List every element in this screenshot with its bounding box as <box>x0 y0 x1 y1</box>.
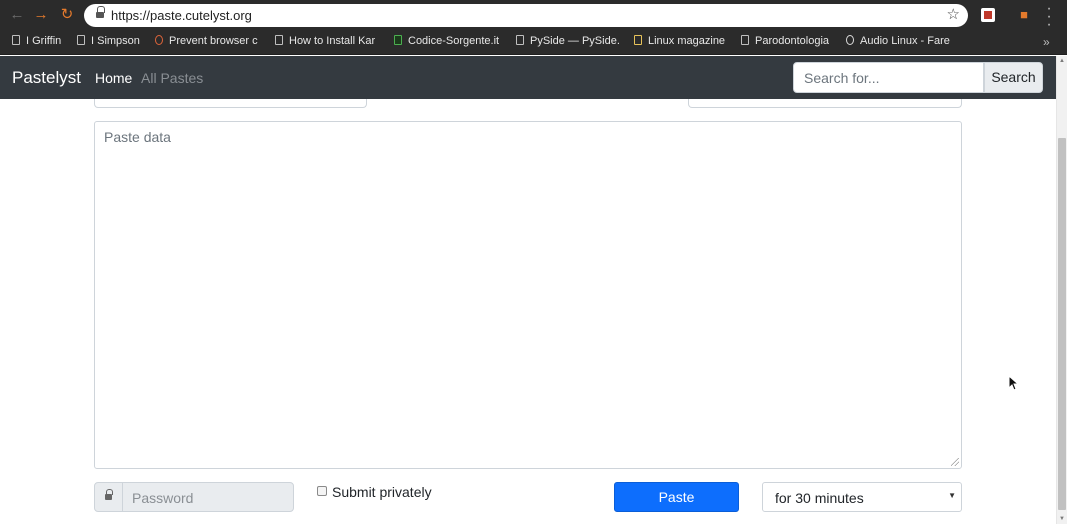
circle-logo-icon <box>846 35 854 45</box>
address-bar[interactable]: https://paste.cutelyst.org ☆ <box>84 4 968 27</box>
terminal-icon <box>394 35 402 45</box>
expiration-selected-value: for 30 minutes <box>775 490 864 506</box>
extension-icon[interactable]: ■ <box>1017 8 1031 22</box>
mouse-cursor-icon <box>1008 375 1020 391</box>
url-text[interactable]: https://paste.cutelyst.org <box>111 8 252 23</box>
search-input[interactable]: Search for... <box>793 62 984 93</box>
title-field-partial[interactable] <box>94 99 367 108</box>
paste-data-textarea[interactable]: Paste data <box>94 121 962 469</box>
page-icon <box>741 35 749 45</box>
bookmark-item[interactable]: I Simpson <box>77 35 143 50</box>
paste-data-placeholder: Paste data <box>104 129 171 145</box>
nav-home-link[interactable]: Home <box>95 70 132 86</box>
kebab-menu-icon[interactable]: · · · <box>1043 1 1055 33</box>
bookmark-item[interactable]: Parodontologia <box>741 35 835 50</box>
search-button[interactable]: Search <box>984 62 1043 93</box>
language-field-partial[interactable] <box>688 99 962 108</box>
browser-toolbar: ← → ↻ https://paste.cutelyst.org ☆ ■ · · · <box>0 0 1067 33</box>
page-icon <box>516 35 524 45</box>
page-icon <box>77 35 85 45</box>
forward-icon[interactable]: → <box>32 6 50 24</box>
bookmark-item[interactable]: Codice-Sorgente.it <box>394 35 500 50</box>
scrollbar-thumb[interactable] <box>1058 138 1066 510</box>
bookmark-item[interactable]: Linux magazine <box>634 35 730 50</box>
expiration-select[interactable]: for 30 minutes ▼ <box>762 482 962 512</box>
submit-privately-label[interactable]: Submit privately <box>332 484 432 500</box>
bookmark-item[interactable]: PySide — PySide.Q <box>516 35 620 50</box>
bookmark-item[interactable]: I Griffin <box>12 35 72 50</box>
resize-handle-icon[interactable] <box>951 458 959 466</box>
site-navbar: Pastelyst Home All Pastes Search for... … <box>0 56 1056 99</box>
lock-icon <box>96 6 105 20</box>
scroll-up-icon[interactable]: ▲ <box>1059 58 1065 64</box>
submit-privately-checkbox[interactable] <box>317 486 327 496</box>
extension-icon[interactable] <box>981 8 995 22</box>
paste-button[interactable]: Paste <box>614 482 739 512</box>
nav-all-pastes-link[interactable]: All Pastes <box>141 70 203 86</box>
bookmark-item[interactable]: Prevent browser c <box>155 35 259 50</box>
brave-icon <box>155 35 163 45</box>
bookmark-item[interactable]: Audio Linux - Fare <box>846 35 950 50</box>
page-scrollbar[interactable]: ▲ ▼ <box>1056 56 1067 524</box>
bookmarks-bar: I Griffin I Simpson Prevent browser c Ho… <box>0 30 1067 55</box>
reload-icon[interactable]: ↻ <box>58 6 76 24</box>
bookmark-star-icon[interactable]: ☆ <box>947 5 960 23</box>
back-icon[interactable]: ← <box>8 6 26 24</box>
bookmarks-overflow-icon[interactable]: » <box>1043 35 1050 49</box>
password-addon <box>94 482 123 512</box>
page-icon <box>275 35 283 45</box>
page-icon <box>12 35 20 45</box>
lock-icon <box>105 489 113 501</box>
lm-icon <box>634 35 642 45</box>
chevron-down-icon: ▼ <box>948 491 956 500</box>
brand-logo[interactable]: Pastelyst <box>12 68 81 88</box>
bookmark-item[interactable]: How to Install Kar <box>275 35 379 50</box>
password-input[interactable]: Password <box>122 482 294 512</box>
scroll-down-icon[interactable]: ▼ <box>1059 516 1065 522</box>
